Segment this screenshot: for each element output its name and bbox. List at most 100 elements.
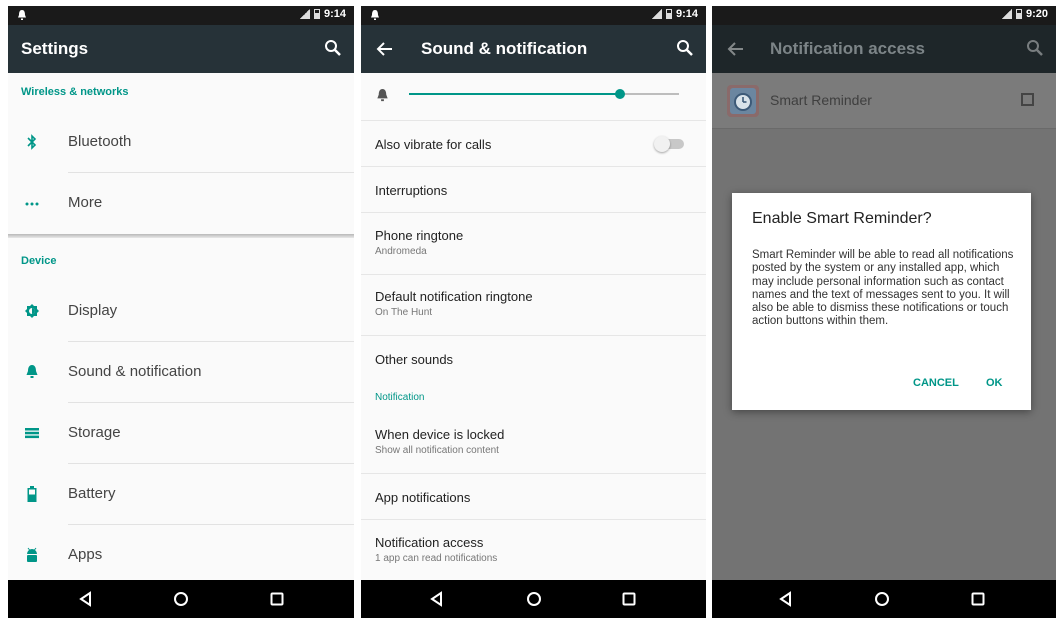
- setting-subtitle: On The Hunt: [375, 307, 433, 318]
- settings-item-battery[interactable]: Battery: [8, 464, 354, 525]
- section-wireless-networks: Wireless & networks: [21, 86, 129, 98]
- setting-other-sounds[interactable]: Other sounds: [361, 336, 706, 381]
- nav-back-icon[interactable]: [776, 589, 796, 609]
- ringtone-volume-slider[interactable]: [409, 89, 679, 99]
- app-bar: Sound & notification: [361, 25, 706, 73]
- vibrate-toggle[interactable]: [654, 136, 684, 152]
- setting-subtitle: 1 app can read notifications: [375, 553, 498, 564]
- settings-item-label: Bluetooth: [68, 133, 132, 150]
- navigation-bar: [712, 580, 1056, 618]
- nav-home-icon[interactable]: [171, 589, 191, 609]
- nav-recent-apps-icon[interactable]: [267, 589, 287, 609]
- settings-item-label: Storage: [68, 424, 121, 441]
- battery-status-icon: [665, 9, 672, 19]
- section-notification: Notification: [375, 392, 425, 403]
- back-arrow-icon[interactable]: [726, 39, 746, 59]
- bell-icon: [377, 88, 388, 102]
- search-icon[interactable]: [676, 39, 694, 57]
- setting-title: When device is locked: [375, 427, 505, 442]
- dialog-title: Enable Smart Reminder?: [752, 210, 932, 227]
- battery-icon: [27, 486, 37, 502]
- app-name: Smart Reminder: [770, 92, 872, 108]
- nav-recent-apps-icon[interactable]: [968, 589, 988, 609]
- slider-thumb[interactable]: [614, 89, 625, 99]
- app-access-checkbox[interactable]: [1021, 93, 1034, 106]
- signal-icon: [651, 9, 662, 19]
- page-title: Settings: [21, 39, 89, 58]
- cancel-button[interactable]: CANCEL: [913, 377, 959, 389]
- bluetooth-icon: [27, 134, 37, 150]
- battery-status-icon: [1015, 9, 1022, 19]
- smart-reminder-app-icon: [727, 85, 759, 117]
- page-title: Notification access: [770, 39, 925, 58]
- status-time: 9:14: [323, 8, 346, 20]
- back-arrow-icon[interactable]: [375, 39, 395, 59]
- signal-icon: [299, 9, 310, 19]
- enable-dialog: Enable Smart Reminder? Smart Reminder wi…: [732, 193, 1031, 410]
- notification-bell-icon: [371, 10, 379, 20]
- toggle-thumb: [654, 136, 670, 152]
- settings-item-storage[interactable]: Storage: [8, 403, 354, 464]
- settings-item-apps[interactable]: Apps: [8, 525, 354, 586]
- status-bar: 9:14: [8, 6, 354, 25]
- settings-item-label: More: [68, 194, 103, 211]
- dialog-body: Smart Reminder will be able to read all …: [752, 249, 1014, 328]
- setting-subtitle: Show all notification content: [375, 445, 499, 456]
- status-bar: 9:20: [712, 6, 1056, 25]
- notification-bell-icon: [18, 10, 26, 20]
- android-icon: [27, 547, 37, 562]
- setting-interruptions[interactable]: Interruptions: [361, 167, 706, 213]
- setting-title: Default notification ringtone: [375, 289, 533, 304]
- storage-icon: [25, 428, 39, 439]
- setting-title: Also vibrate for calls: [375, 137, 492, 152]
- settings-item-label: Battery: [68, 485, 116, 502]
- setting-default-notification-ringtone[interactable]: Default notification ringtone On The Hun…: [361, 275, 706, 336]
- brightness-icon: [25, 304, 39, 318]
- setting-title: App notifications: [375, 490, 471, 505]
- app-row-smart-reminder[interactable]: Smart Reminder: [712, 73, 1056, 129]
- setting-phone-ringtone[interactable]: Phone ringtone Andromeda: [361, 213, 706, 275]
- search-icon[interactable]: [324, 39, 342, 57]
- section-divider: [8, 234, 354, 238]
- slider-fill: [409, 93, 620, 95]
- navigation-bar: [361, 580, 706, 618]
- settings-item-sound[interactable]: Sound & notification: [8, 342, 354, 403]
- section-device: Device: [21, 255, 57, 267]
- setting-title: Interruptions: [375, 183, 448, 198]
- app-bar: Settings: [8, 25, 354, 73]
- setting-notification-access[interactable]: Notification access 1 app can read notif…: [361, 520, 706, 580]
- settings-item-bluetooth[interactable]: Bluetooth: [8, 112, 354, 173]
- notification-access-screen: 9:20 Notification access Smart Reminder …: [712, 6, 1056, 618]
- setting-title: Notification access: [375, 535, 484, 550]
- nav-home-icon[interactable]: [872, 589, 892, 609]
- settings-item-label: Display: [68, 302, 118, 319]
- setting-subtitle: Andromeda: [375, 246, 427, 257]
- signal-icon: [1001, 9, 1012, 19]
- settings-item-more[interactable]: More: [8, 173, 354, 234]
- settings-screen: 9:14 Settings Wireless & networks Blueto…: [8, 6, 354, 618]
- status-bar: 9:14: [361, 6, 706, 25]
- status-time: 9:20: [1025, 8, 1048, 20]
- sound-notification-screen: 9:14 Also vibrate for calls Interruption…: [361, 6, 706, 618]
- setting-app-notifications[interactable]: App notifications: [361, 474, 706, 520]
- bell-icon: [26, 365, 38, 378]
- nav-home-icon[interactable]: [524, 589, 544, 609]
- battery-status-icon: [313, 9, 320, 19]
- nav-back-icon[interactable]: [427, 589, 447, 609]
- search-icon[interactable]: [1026, 39, 1044, 57]
- settings-item-label: Sound & notification: [68, 363, 202, 380]
- ringtone-volume-row: [361, 73, 706, 121]
- ok-button[interactable]: OK: [986, 377, 1003, 389]
- setting-when-device-locked[interactable]: When device is locked Show all notificat…: [361, 411, 706, 474]
- status-time: 9:14: [675, 8, 698, 20]
- navigation-bar: [8, 580, 354, 618]
- setting-vibrate-calls[interactable]: Also vibrate for calls: [361, 121, 706, 167]
- more-dots-icon: [25, 202, 39, 206]
- nav-recent-apps-icon[interactable]: [619, 589, 639, 609]
- app-bar: Notification access: [712, 25, 1056, 73]
- setting-title: Other sounds: [375, 352, 454, 367]
- settings-item-label: Apps: [68, 546, 103, 563]
- page-title: Sound & notification: [421, 39, 588, 58]
- settings-item-display[interactable]: Display: [8, 281, 354, 342]
- nav-back-icon[interactable]: [76, 589, 96, 609]
